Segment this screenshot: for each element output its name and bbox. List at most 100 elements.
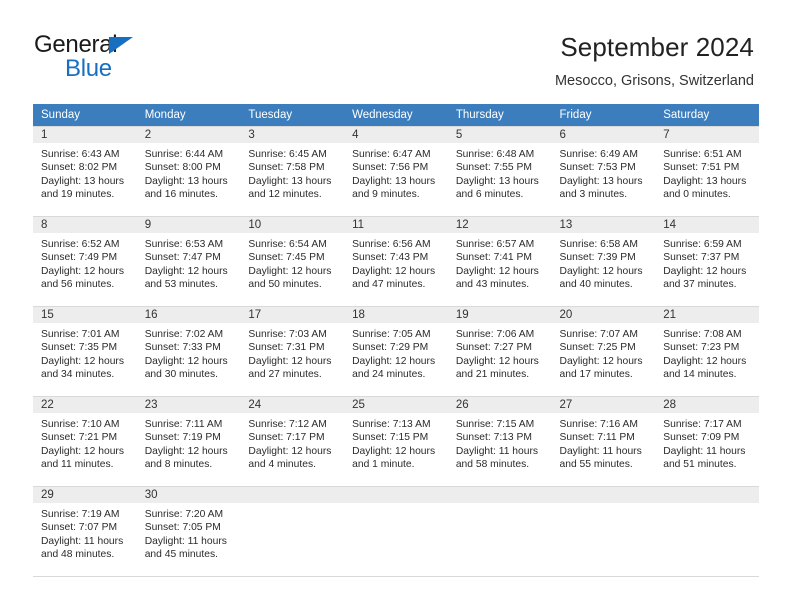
- daylight-text-1: Daylight: 12 hours: [455, 265, 539, 277]
- daylight-text-2: and 12 minutes.: [248, 188, 322, 200]
- sunrise-text: Sunrise: 6:59 AM: [663, 239, 742, 250]
- day-cell[interactable]: 19 Sunrise: 7:06 AM Sunset: 7:27 PM Dayl…: [447, 306, 552, 397]
- sunset-text: Sunset: 7:13 PM: [455, 432, 532, 444]
- day-details: Sunrise: 7:20 AM Sunset: 7:05 PM Dayligh…: [137, 503, 241, 561]
- day-details: Sunrise: 6:54 AM Sunset: 7:45 PM Dayligh…: [240, 233, 344, 291]
- day-number: 30: [136, 487, 241, 503]
- daylight-text-2: and 50 minutes.: [248, 278, 322, 290]
- weekday-header-tuesday: Tuesday: [240, 104, 345, 127]
- day-cell[interactable]: 29 Sunrise: 7:19 AM Sunset: 7:07 PM Dayl…: [33, 486, 137, 577]
- day-cell[interactable]: 27 Sunrise: 7:16 AM Sunset: 7:11 PM Dayl…: [551, 396, 656, 487]
- day-cell[interactable]: 28 Sunrise: 7:17 AM Sunset: 7:09 PM Dayl…: [655, 396, 759, 487]
- daylight-text-1: Daylight: 12 hours: [41, 445, 124, 457]
- daylight-text-1: Daylight: 12 hours: [144, 445, 228, 457]
- day-number: 25: [344, 397, 448, 413]
- day-cell[interactable]: 23 Sunrise: 7:11 AM Sunset: 7:19 PM Dayl…: [136, 396, 241, 487]
- day-cell[interactable]: 7 Sunrise: 6:51 AM Sunset: 7:51 PM Dayli…: [655, 126, 759, 217]
- sunrise-text: Sunrise: 7:12 AM: [248, 419, 327, 430]
- logo-text-blue: Blue: [65, 55, 112, 82]
- day-cell-empty: [240, 486, 345, 577]
- week-row: 1 Sunrise: 6:43 AM Sunset: 8:02 PM Dayli…: [33, 126, 759, 217]
- day-cell[interactable]: 10 Sunrise: 6:54 AM Sunset: 7:45 PM Dayl…: [240, 216, 345, 307]
- day-details: Sunrise: 7:05 AM Sunset: 7:29 PM Dayligh…: [344, 323, 448, 381]
- day-cell-empty: [344, 486, 448, 577]
- daylight-text-2: and 19 minutes.: [41, 188, 115, 200]
- day-cell[interactable]: 13 Sunrise: 6:58 AM Sunset: 7:39 PM Dayl…: [551, 216, 656, 307]
- day-cell[interactable]: 14 Sunrise: 6:59 AM Sunset: 7:37 PM Dayl…: [655, 216, 759, 307]
- daylight-text-2: and 40 minutes.: [559, 278, 633, 290]
- daylight-text-1: Daylight: 13 hours: [455, 175, 539, 187]
- day-cell-empty: [655, 486, 759, 577]
- day-cell[interactable]: 5 Sunrise: 6:48 AM Sunset: 7:55 PM Dayli…: [447, 126, 552, 217]
- day-cell[interactable]: 3 Sunrise: 6:45 AM Sunset: 7:58 PM Dayli…: [240, 126, 345, 217]
- day-number: 9: [136, 217, 241, 233]
- daylight-text-1: Daylight: 11 hours: [559, 445, 642, 457]
- general-blue-logo[interactable]: General Blue: [34, 32, 194, 82]
- day-number: 26: [447, 397, 552, 413]
- day-number: 3: [240, 127, 345, 143]
- sunset-text: Sunset: 8:02 PM: [41, 162, 118, 174]
- day-number: [655, 487, 759, 503]
- day-number: 14: [655, 217, 759, 233]
- daylight-text-2: and 55 minutes.: [559, 458, 633, 470]
- day-cell[interactable]: 21 Sunrise: 7:08 AM Sunset: 7:23 PM Dayl…: [655, 306, 759, 397]
- day-cell[interactable]: 16 Sunrise: 7:02 AM Sunset: 7:33 PM Dayl…: [136, 306, 241, 397]
- daylight-text-2: and 1 minute.: [352, 458, 415, 470]
- day-number: 24: [240, 397, 345, 413]
- day-cell[interactable]: 11 Sunrise: 6:56 AM Sunset: 7:43 PM Dayl…: [344, 216, 448, 307]
- sunset-text: Sunset: 7:58 PM: [248, 162, 325, 174]
- day-cell[interactable]: 15 Sunrise: 7:01 AM Sunset: 7:35 PM Dayl…: [33, 306, 137, 397]
- day-number: 7: [655, 127, 759, 143]
- daylight-text-2: and 30 minutes.: [144, 368, 218, 380]
- sunset-text: Sunset: 7:15 PM: [352, 432, 429, 444]
- sunset-text: Sunset: 7:11 PM: [559, 432, 635, 444]
- daylight-text-1: Daylight: 12 hours: [248, 445, 332, 457]
- sunrise-text: Sunrise: 7:19 AM: [41, 509, 120, 520]
- day-cell[interactable]: 9 Sunrise: 6:53 AM Sunset: 7:47 PM Dayli…: [136, 216, 241, 307]
- day-details: Sunrise: 7:17 AM Sunset: 7:09 PM Dayligh…: [655, 413, 759, 471]
- sunset-text: Sunset: 7:43 PM: [352, 252, 429, 264]
- daylight-text-2: and 6 minutes.: [455, 188, 524, 200]
- day-cell[interactable]: 25 Sunrise: 7:13 AM Sunset: 7:15 PM Dayl…: [344, 396, 448, 487]
- day-number: 21: [655, 307, 759, 323]
- day-number: 15: [33, 307, 137, 323]
- sunrise-text: Sunrise: 7:01 AM: [41, 329, 120, 340]
- day-cell[interactable]: 4 Sunrise: 6:47 AM Sunset: 7:56 PM Dayli…: [344, 126, 448, 217]
- day-cell[interactable]: 30 Sunrise: 7:20 AM Sunset: 7:05 PM Dayl…: [136, 486, 241, 577]
- daylight-text-1: Daylight: 12 hours: [559, 355, 643, 367]
- day-number: 28: [655, 397, 759, 413]
- sunset-text: Sunset: 7:29 PM: [352, 342, 429, 354]
- daylight-text-1: Daylight: 13 hours: [144, 175, 228, 187]
- week-row: 29 Sunrise: 7:19 AM Sunset: 7:07 PM Dayl…: [33, 486, 759, 577]
- sunrise-text: Sunrise: 7:06 AM: [455, 329, 535, 340]
- day-details: Sunrise: 7:11 AM Sunset: 7:19 PM Dayligh…: [137, 413, 241, 471]
- day-number: 17: [240, 307, 345, 323]
- day-cell[interactable]: 24 Sunrise: 7:12 AM Sunset: 7:17 PM Dayl…: [240, 396, 345, 487]
- sunset-text: Sunset: 7:55 PM: [455, 162, 532, 174]
- day-cell[interactable]: 17 Sunrise: 7:03 AM Sunset: 7:31 PM Dayl…: [240, 306, 345, 397]
- day-cell[interactable]: 6 Sunrise: 6:49 AM Sunset: 7:53 PM Dayli…: [551, 126, 656, 217]
- day-details: Sunrise: 7:01 AM Sunset: 7:35 PM Dayligh…: [33, 323, 137, 381]
- sunset-text: Sunset: 7:35 PM: [41, 342, 118, 354]
- title-block: September 2024 Mesocco, Grisons, Switzer…: [555, 31, 754, 91]
- day-cell[interactable]: 18 Sunrise: 7:05 AM Sunset: 7:29 PM Dayl…: [344, 306, 448, 397]
- day-details: Sunrise: 6:51 AM Sunset: 7:51 PM Dayligh…: [655, 143, 759, 201]
- day-cell[interactable]: 8 Sunrise: 6:52 AM Sunset: 7:49 PM Dayli…: [33, 216, 137, 307]
- day-details: Sunrise: 7:07 AM Sunset: 7:25 PM Dayligh…: [552, 323, 656, 381]
- day-details: Sunrise: 6:43 AM Sunset: 8:02 PM Dayligh…: [33, 143, 137, 201]
- day-details: Sunrise: 7:12 AM Sunset: 7:17 PM Dayligh…: [240, 413, 344, 471]
- day-cell[interactable]: 12 Sunrise: 6:57 AM Sunset: 7:41 PM Dayl…: [447, 216, 552, 307]
- day-cell[interactable]: 26 Sunrise: 7:15 AM Sunset: 7:13 PM Dayl…: [447, 396, 552, 487]
- day-number: 2: [136, 127, 241, 143]
- day-cell[interactable]: 1 Sunrise: 6:43 AM Sunset: 8:02 PM Dayli…: [33, 126, 137, 217]
- daylight-text-1: Daylight: 12 hours: [559, 265, 643, 277]
- sunset-text: Sunset: 7:17 PM: [248, 432, 325, 444]
- daylight-text-1: Daylight: 12 hours: [663, 265, 747, 277]
- day-cell[interactable]: 20 Sunrise: 7:07 AM Sunset: 7:25 PM Dayl…: [551, 306, 656, 397]
- day-cell[interactable]: 22 Sunrise: 7:10 AM Sunset: 7:21 PM Dayl…: [33, 396, 137, 487]
- sunset-text: Sunset: 7:27 PM: [455, 342, 532, 354]
- daylight-text-2: and 43 minutes.: [455, 278, 530, 290]
- page-subtitle: Mesocco, Grisons, Switzerland: [554, 73, 754, 89]
- day-cell[interactable]: 2 Sunrise: 6:44 AM Sunset: 8:00 PM Dayli…: [136, 126, 241, 217]
- sunrise-text: Sunrise: 7:10 AM: [41, 419, 120, 430]
